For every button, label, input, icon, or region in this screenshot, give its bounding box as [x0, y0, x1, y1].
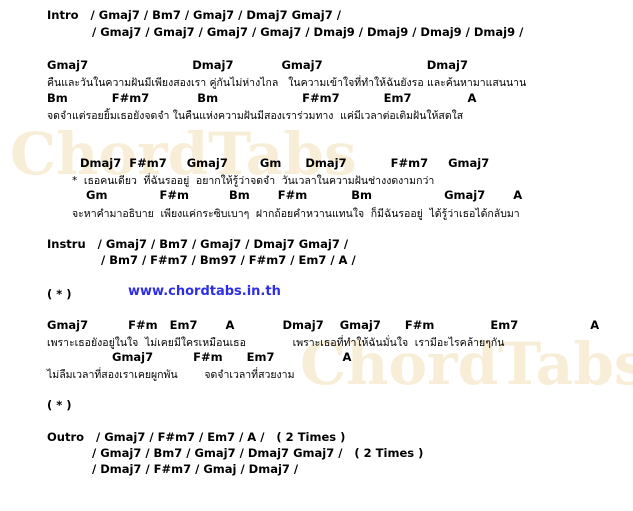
bridge-lyric-1: เพราะเธอยังอยู่ในใจ ไม่เคยมีใครเหมือนเธอ… [47, 337, 505, 349]
instru-line-1: Instru / Gmaj7 / Bm7 / Gmaj7 / Dmaj7 Gma… [47, 237, 349, 251]
site-url[interactable]: www.chordtabs.in.th [128, 284, 281, 299]
bridge-chord-2: Gmaj7 F#m Em7 A [112, 350, 352, 364]
outro-line-1: Outro / Gmaj7 / F#m7 / Em7 / A / ( 2 Tim… [47, 430, 346, 444]
chorus-chord-2: Gm F#m Bm F#m Bm Gmaj7 A [86, 188, 523, 202]
repeat-marker-1: ( * ) [47, 287, 72, 301]
bridge-chord-1: Gmaj7 F#m Em7 A Dmaj7 Gmaj7 F#m Em7 A [47, 318, 600, 332]
bridge-lyric-2: ไม่ลืมเวลาที่สองเราเคยผูกพัน จดจำเวลาที่… [47, 369, 295, 381]
chorus-lyric-2: จะหาคำมาอธิบาย เพียงแค่กระซิบเบาๆ ฝากถ้อ… [72, 208, 520, 220]
verse-lyric-1: คืนและวันในความฝันมีเพียงสองเรา คู่กันไม… [47, 77, 527, 89]
verse-chord-1: Gmaj7 Dmaj7 Gmaj7 Dmaj7 [47, 58, 468, 72]
repeat-marker-2: ( * ) [47, 398, 72, 412]
instru-line-2: / Bm7 / F#m7 / Bm97 / F#m7 / Em7 / A / [101, 253, 356, 267]
verse-lyric-2: จดจำแต่รอยยิ้มเธอยังจดจำ ในคืนแห่งความฝั… [47, 110, 464, 122]
outro-line-2: / Gmaj7 / Bm7 / Gmaj7 / Dmaj7 Gmaj7 / ( … [92, 446, 424, 460]
chorus-chord-1: Dmaj7 F#m7 Gmaj7 Gm Dmaj7 F#m7 Gmaj7 [80, 156, 490, 170]
chorus-lyric-1: * เธอคนเดียว ที่ฉันรออยู่ อยากให้รู้ว่าจ… [72, 175, 435, 187]
outro-line-3: / Dmaj7 / F#m7 / Gmaj / Dmaj7 / [92, 462, 299, 476]
intro-line-2: / Gmaj7 / Gmaj7 / Gmaj7 / Gmaj7 / Dmaj9 … [92, 25, 524, 39]
intro-line-1: Intro / Gmaj7 / Bm7 / Gmaj7 / Dmaj7 Gmaj… [47, 8, 341, 22]
verse-chord-2: Bm F#m7 Bm F#m7 Em7 A [47, 91, 477, 105]
